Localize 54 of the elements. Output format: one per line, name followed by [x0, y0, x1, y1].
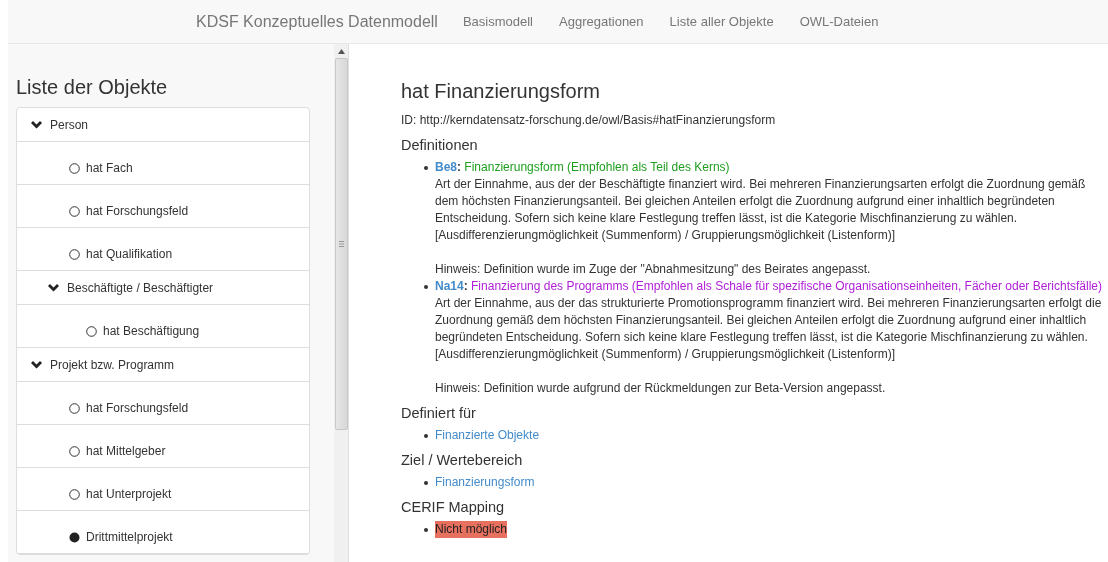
tree-item[interactable]: hat Fach: [17, 142, 309, 185]
tree-item[interactable]: hat Qualifikation: [17, 228, 309, 271]
definition-title: Be8: Finanzierungsform (Empfohlen als Teil des Kerns): [435, 159, 731, 176]
circle-icon: [69, 445, 80, 457]
brand-title[interactable]: KDSF Konzeptuelles Datenmodell: [196, 12, 438, 31]
definition-hint: Hinweis: Definition wurde aufgrund der Rückmeldungen zur Beta-Version angepasst.: [435, 380, 887, 397]
circle-icon: [86, 325, 97, 337]
dot-icon: [69, 531, 80, 543]
circle-icon: [69, 205, 80, 217]
tree-item[interactable]: hat Mittelgeber: [17, 425, 309, 468]
section-heading: Definiert für: [401, 405, 477, 421]
circle-icon: [69, 488, 80, 500]
sidebar-title: Liste der Objekte: [16, 76, 169, 99]
scroll-up-icon[interactable]: [337, 49, 345, 54]
bullet-icon: [424, 434, 428, 438]
tree-item[interactable]: hat Beschäftigung: [17, 305, 309, 348]
nav-link[interactable]: OWL-Dateien: [786, 0, 892, 43]
chevron-down-icon: [31, 360, 42, 369]
tree-item[interactable]: hat Unterprojekt: [17, 468, 309, 511]
tree-item[interactable]: Drittmittelprojekt: [17, 511, 309, 554]
section-heading: Definitionen: [401, 137, 479, 153]
definition-note: [Ausdifferenzierungmöglichkeit (Summenform) / Gruppierungsmöglichkeit (Listenform)]: [435, 346, 896, 363]
bullet-icon: [424, 285, 428, 289]
nav-link[interactable]: Aggregationen: [546, 0, 657, 43]
tree-item[interactable]: Person: [17, 108, 309, 142]
section-heading: Ziel / Wertebereich: [401, 452, 524, 468]
tree-item[interactable]: hat Forschungsfeld: [17, 382, 309, 425]
definition-hint: Hinweis: Definition wurde im Zuge der "Abnahmesitzung" des Beirates angepasst.: [435, 261, 872, 278]
object-link[interactable]: Finanzierte Objekte: [435, 427, 540, 444]
tree-item[interactable]: Projekt bzw. Programm: [17, 348, 309, 382]
status-label: Nicht möglich: [435, 521, 508, 538]
tree-item[interactable]: hat Forschungsfeld: [17, 185, 309, 228]
circle-icon: [69, 162, 80, 174]
grip-icon: [338, 241, 344, 247]
definition-title: Na14: Finanzierung des Programms (Empfohlen als Schale für spezifische Organisationseinheiten, Fächer oder Berichtsfälle): [435, 278, 1103, 295]
object-link[interactable]: Finanzierungsform: [435, 474, 535, 491]
nav-link[interactable]: Liste aller Objekte: [656, 0, 787, 43]
object-id: ID: http://kerndatensatz-forschung.de/owl/Basis#hatFinanzierungsform: [401, 113, 777, 127]
bullet-icon: [424, 528, 428, 532]
definition-text: Art der Einnahme, aus der der Beschäftigte finanziert wird. Bei mehreren Finanzierungsarten erfolgt die Zuordnung gemäß dem höchsten Finanzierungsanteil. Bei gleichen Anteilen erfolgt die Zuordnung aufgrund einer inhaltlich begründeten Entscheidung. Sofern sich keine klare Festlegung treffen lässt, ist die Kategorie Mischfinanzierung zu wählen.: [435, 176, 1087, 227]
tree-item[interactable]: Beschäftigte / Beschäftigter: [17, 271, 309, 305]
scrollbar[interactable]: [334, 44, 349, 562]
bullet-icon: [424, 481, 428, 485]
chevron-down-icon: [31, 120, 42, 129]
nav-link[interactable]: Basismodell: [449, 0, 546, 43]
bullet-icon: [424, 166, 428, 170]
circle-icon: [69, 402, 80, 414]
definition-text: Art der Einnahme, aus der das strukturierte Promotionsprogramm finanziert wird. Bei mehreren Finanzierungsarten erfolgt die Zuordnung gemäß dem höchsten Finanzierungsanteil. Bei gleichen Anteilen erfolgt die Zuordnung aufgrund einer inhaltlich begründeten Entscheidung. Sofern sich keine klare Festlegung treffen lässt, ist die Kategorie Mischfinanzierung zu wählen.: [435, 295, 1103, 346]
definition-note: [Ausdifferenzierungmöglichkeit (Summenform) / Gruppierungsmöglichkeit (Listenform)]: [435, 227, 896, 244]
circle-icon: [69, 248, 80, 260]
section-heading: CERIF Mapping: [401, 499, 506, 515]
page-title: hat Finanzierungsform: [401, 80, 601, 103]
scrollbar-thumb[interactable]: [334, 58, 348, 430]
chevron-down-icon: [48, 283, 59, 292]
